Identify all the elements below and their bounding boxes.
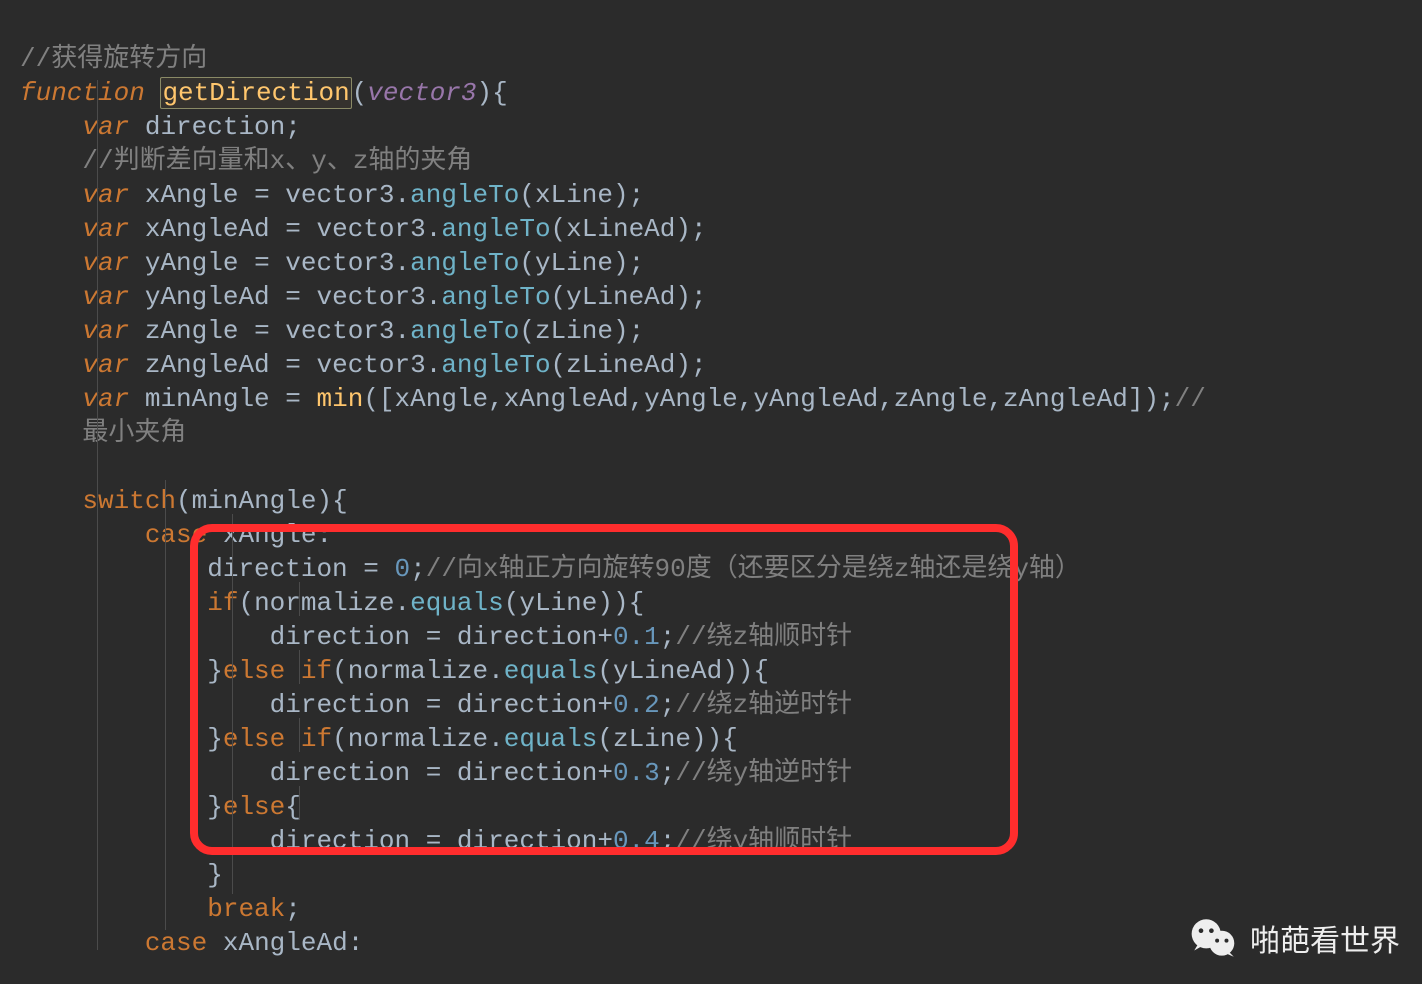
- parameter: vector3: [367, 78, 476, 108]
- wechat-icon: [1188, 912, 1240, 964]
- comment-wrap: 最小夹角: [20, 418, 186, 448]
- function-name-highlighted[interactable]: getDirection: [160, 77, 351, 109]
- keyword-switch: switch: [82, 486, 176, 516]
- watermark: 啪葩看世界: [1188, 912, 1400, 964]
- keyword-case: case: [145, 520, 207, 550]
- code-editor[interactable]: //获得旋转方向 function getDirection(vector3){…: [0, 0, 1422, 960]
- keyword-break: break: [207, 894, 285, 924]
- comment-line: //获得旋转方向: [20, 44, 207, 74]
- comment-line: //判断差向量和x、y、z轴的夹角: [82, 146, 472, 176]
- watermark-text: 啪葩看世界: [1250, 916, 1400, 960]
- keyword-var: var: [82, 112, 129, 142]
- keyword-function: function: [20, 78, 145, 108]
